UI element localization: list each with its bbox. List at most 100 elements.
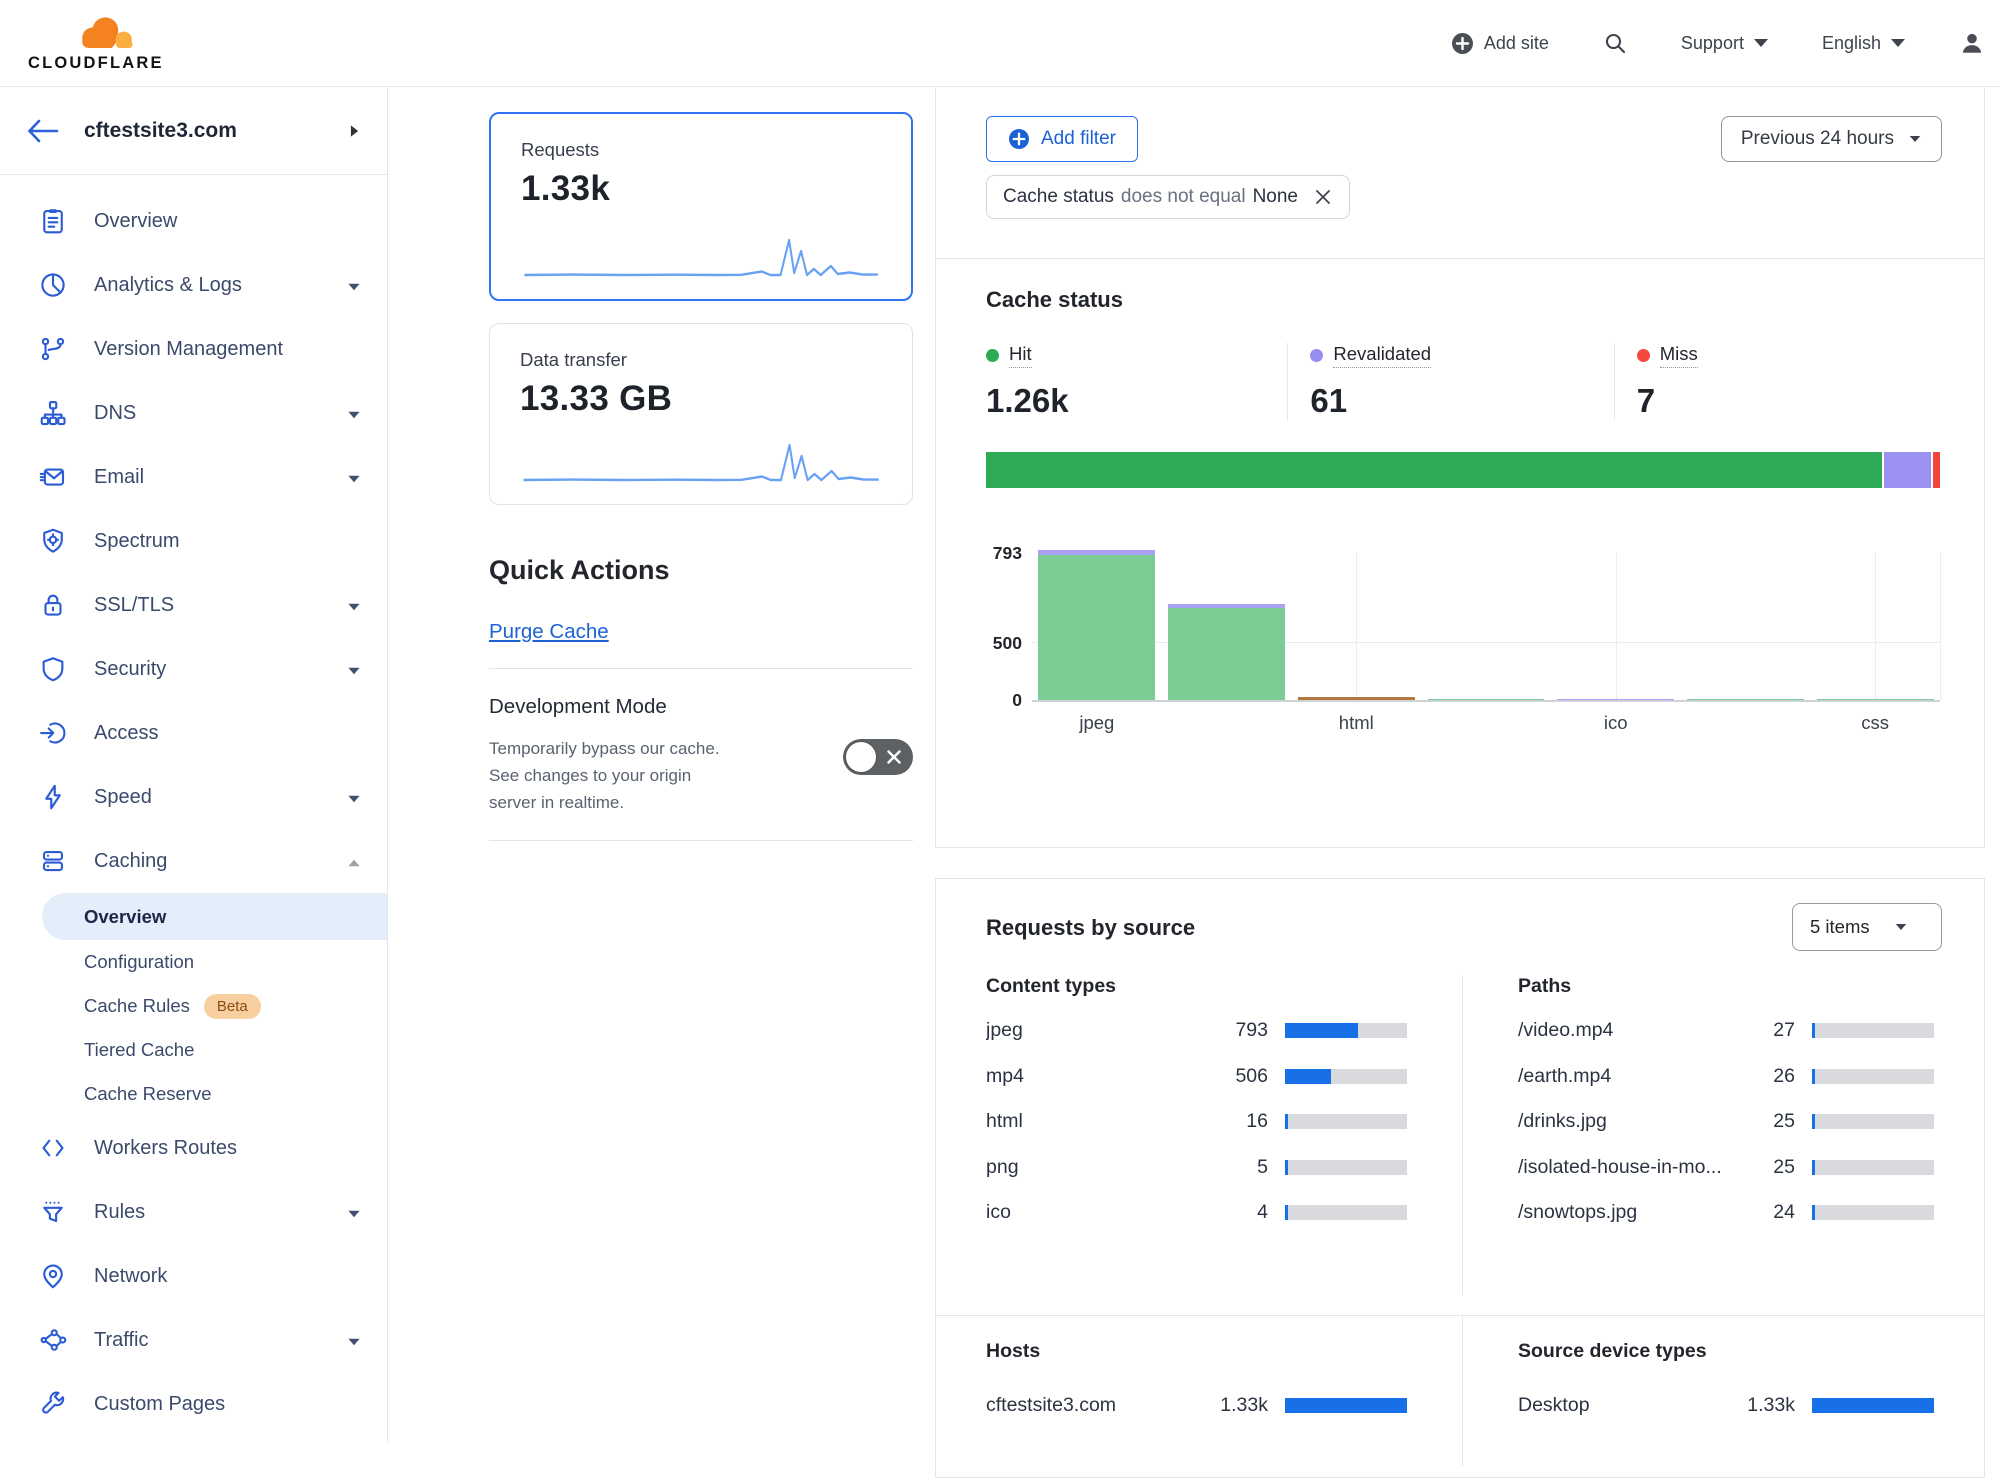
legend-label[interactable]: Hit	[1009, 343, 1032, 368]
chart-plot-area	[1032, 552, 1940, 702]
data-transfer-summary-card[interactable]: Data transfer 13.33 GB	[489, 323, 913, 505]
sidebar-item-traffic[interactable]: Traffic	[0, 1308, 387, 1372]
purge-cache-link[interactable]: Purge Cache	[489, 620, 609, 644]
stacked-bar-segment-revalidated	[1884, 452, 1932, 488]
items-count-select[interactable]: 5 items	[1792, 903, 1942, 951]
back-arrow-icon[interactable]	[26, 118, 60, 144]
source-row-ico[interactable]: ico4	[986, 1190, 1407, 1236]
source-row-earth-mp4[interactable]: /earth.mp426	[1518, 1054, 1934, 1100]
plus-circle-icon	[1008, 128, 1030, 150]
speed-icon	[38, 782, 68, 812]
legend-label[interactable]: Revalidated	[1333, 343, 1431, 368]
filter-chip[interactable]: Cache status does not equal None	[986, 175, 1350, 219]
source-row-isolated-house-in-mo[interactable]: /isolated-house-in-mo...25	[1518, 1145, 1934, 1191]
source-row-png[interactable]: png5	[986, 1145, 1407, 1191]
support-menu[interactable]: Support	[1681, 33, 1768, 54]
sidebar-item-email[interactable]: Email	[0, 445, 387, 509]
spectrum-icon	[38, 526, 68, 556]
cache-status-bar-chart: 793 500 0	[986, 552, 1940, 702]
miss-dot-icon	[1637, 349, 1650, 362]
x-tick-label: html	[1339, 712, 1374, 734]
add-site-button[interactable]: Add site	[1451, 32, 1549, 55]
sidebar-subitem-overview[interactable]: Overview	[42, 893, 387, 940]
row-bar-track	[1812, 1114, 1934, 1129]
sidebar-subitem-cache-reserve[interactable]: Cache Reserve	[0, 1072, 387, 1116]
sidebar-item-security[interactable]: Security	[0, 637, 387, 701]
row-bar-track	[1285, 1114, 1407, 1129]
sidebar-item-workers-routes[interactable]: Workers Routes	[0, 1116, 387, 1180]
brand-text: CLOUDFLARE	[28, 54, 168, 73]
row-bar-track	[1285, 1160, 1407, 1175]
row-bar-track	[1812, 1160, 1934, 1175]
language-menu[interactable]: English	[1822, 33, 1905, 54]
row-value: 25	[1773, 1156, 1795, 1179]
sidebar-item-overview[interactable]: Overview	[0, 189, 387, 253]
sidebar-item-caching[interactable]: Caching	[0, 829, 387, 893]
sidebar-item-label: SSL/TLS	[94, 594, 174, 617]
stacked-bar-segment-miss	[1933, 452, 1940, 488]
sidebar-item-speed[interactable]: Speed	[0, 765, 387, 829]
sidebar-subitem-cache-rules[interactable]: Cache RulesBeta	[0, 984, 387, 1028]
row-bar-fill	[1812, 1069, 1815, 1084]
close-icon[interactable]	[1313, 187, 1333, 207]
sidebar-subitem-label: Configuration	[84, 951, 194, 973]
development-mode-toggle[interactable]	[843, 739, 913, 775]
requests-summary-card[interactable]: Requests 1.33k	[489, 112, 913, 301]
search-button[interactable]	[1603, 31, 1627, 55]
cloudflare-logo[interactable]: CLOUDFLARE	[28, 13, 168, 73]
version-management-icon	[38, 334, 68, 364]
sidebar-subitem-configuration[interactable]: Configuration	[0, 940, 387, 984]
row-bar-fill	[1285, 1205, 1288, 1220]
sidebar-item-label: Analytics & Logs	[94, 274, 242, 297]
sidebar-item-version-management[interactable]: Version Management	[0, 317, 387, 381]
sidebar-item-access[interactable]: Access	[0, 701, 387, 765]
sidebar-item-dns[interactable]: DNS	[0, 381, 387, 445]
source-row-drinks-jpg[interactable]: /drinks.jpg25	[1518, 1099, 1934, 1145]
sidebar-item-network[interactable]: Network	[0, 1244, 387, 1308]
source-row-snowtops-jpg[interactable]: /snowtops.jpg24	[1518, 1190, 1934, 1236]
sidebar-item-label: Spectrum	[94, 530, 180, 553]
x-tick-label: css	[1861, 712, 1889, 734]
chevron-down-icon	[1910, 136, 1921, 142]
bar-segment	[1428, 699, 1545, 701]
chevron-right-icon[interactable]	[351, 125, 358, 136]
add-filter-button[interactable]: Add filter	[986, 116, 1138, 162]
x-tick-label: jpeg	[1079, 712, 1114, 734]
source-row-jpeg[interactable]: jpeg793	[986, 1008, 1407, 1054]
paths-section: Paths /video.mp427/earth.mp426/drinks.jp…	[1463, 975, 1984, 1295]
chevron-down-icon	[347, 1329, 361, 1352]
sidebar-item-rules[interactable]: Rules	[0, 1180, 387, 1244]
row-bar-fill	[1285, 1160, 1288, 1175]
time-range-select[interactable]: Previous 24 hours	[1721, 116, 1942, 162]
chevron-down-icon	[347, 658, 361, 681]
workers-routes-icon	[38, 1133, 68, 1163]
row-label: /drinks.jpg	[1518, 1110, 1773, 1133]
sidebar-subitem-tiered-cache[interactable]: Tiered Cache	[0, 1028, 387, 1072]
account-menu[interactable]	[1959, 30, 1985, 56]
sidebar-item-ssl-tls[interactable]: SSL/TLS	[0, 573, 387, 637]
row-bar-fill	[1285, 1023, 1358, 1038]
sidebar-item-custom-pages[interactable]: Custom Pages	[0, 1372, 387, 1436]
row-bar-fill	[1812, 1023, 1815, 1038]
row-bar-track	[1812, 1069, 1934, 1084]
bar-segment	[1168, 608, 1285, 700]
source-row-mp4[interactable]: mp4506	[986, 1054, 1407, 1100]
sidebar-subitem-label: Overview	[84, 906, 166, 928]
source-row-video-mp4[interactable]: /video.mp427	[1518, 1008, 1934, 1054]
card-label: Data transfer	[520, 349, 884, 371]
security-icon	[38, 654, 68, 684]
data-transfer-sparkline	[520, 436, 884, 488]
sidebar-item-label: Workers Routes	[94, 1137, 237, 1160]
row-label: ico	[986, 1201, 1257, 1224]
row-label: png	[986, 1156, 1257, 1179]
source-row-html[interactable]: html16	[986, 1099, 1407, 1145]
bar-segment	[1038, 555, 1155, 700]
sidebar: cftestsite3.com OverviewAnalytics & Logs…	[0, 88, 388, 1442]
legend-label[interactable]: Miss	[1660, 343, 1698, 368]
sidebar-item-analytics-logs[interactable]: Analytics & Logs	[0, 253, 387, 317]
divider	[489, 840, 913, 841]
bar-segment	[1817, 699, 1934, 701]
sidebar-item-spectrum[interactable]: Spectrum	[0, 509, 387, 573]
row-label: Desktop	[1518, 1394, 1747, 1417]
chart-bar-css	[1810, 552, 1940, 700]
